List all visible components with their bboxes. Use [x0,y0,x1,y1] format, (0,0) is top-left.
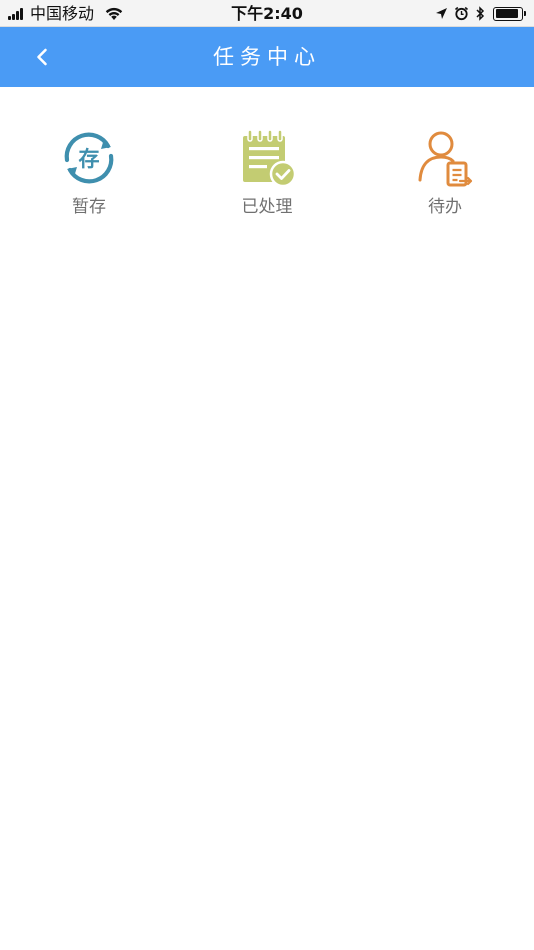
draft-icon-glyph: 存 [79,147,100,171]
status-right [429,0,526,27]
task-grid: 存 暂存 已处理 待办 [0,128,534,228]
bluetooth-icon [476,6,485,21]
save-draft-icon: 存 [64,132,114,184]
grid-item-label: 待办 [428,197,462,217]
grid-item-label: 已处理 [241,197,293,217]
todo-user-icon [418,131,473,187]
status-bar: 中国移动 下午2:40 [0,0,534,27]
page-title: 任务中心 [213,45,321,69]
battery-icon [493,6,526,21]
processed-notepad-icon [243,129,297,188]
grid-item-processed[interactable]: 已处理 [178,128,356,228]
nav-bar: 任务中心 [0,27,534,87]
alarm-icon [454,6,469,21]
grid-item-label: 暂存 [72,197,106,217]
battery-fill [495,9,518,18]
grid-item-todo[interactable]: 待办 [356,128,534,228]
grid-item-drafts[interactable]: 存 暂存 [0,128,178,228]
location-arrow-icon [436,8,447,19]
